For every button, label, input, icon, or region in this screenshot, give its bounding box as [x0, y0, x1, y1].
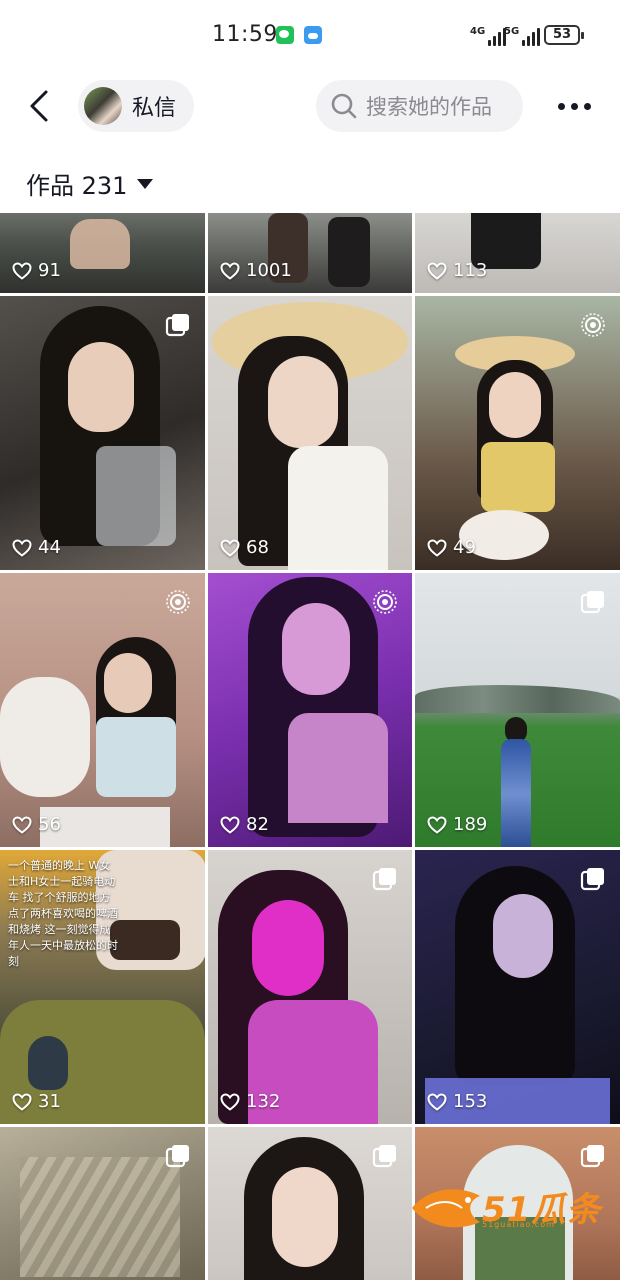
work-tile[interactable]: [208, 1127, 412, 1280]
like-count: 56: [12, 814, 61, 835]
work-tile[interactable]: 68: [208, 296, 412, 570]
work-tile[interactable]: [0, 1127, 205, 1280]
like-count: 113: [427, 260, 487, 281]
works-count-label: 作品 231: [26, 172, 128, 200]
signal-5g-icon: 5G: [504, 26, 541, 46]
works-filter-dropdown[interactable]: 作品 231: [26, 166, 154, 201]
direct-message-label: 私信: [132, 96, 177, 121]
network-type-5g: 5G: [504, 26, 520, 37]
like-count: 31: [12, 1091, 61, 1112]
search-placeholder: 搜索她的作品: [366, 95, 492, 119]
work-tile[interactable]: 44: [0, 296, 205, 570]
like-count-value: 68: [246, 537, 269, 558]
like-count: 1001: [220, 260, 292, 281]
work-tile[interactable]: 82: [208, 573, 412, 847]
status-bar: 11:59 4G 5G 53: [0, 0, 620, 72]
caret-down-icon: [137, 178, 154, 189]
work-tile[interactable]: 49: [415, 296, 620, 570]
video-caption: 一个普通的晚上 W女士和H女士一起骑电动车 找了个舒服的地方点了两杯喜欢喝的啤酒…: [8, 859, 118, 968]
like-count-value: 189: [453, 814, 488, 835]
avatar: [84, 87, 122, 125]
like-count: 44: [12, 537, 61, 558]
work-tile[interactable]: 132: [208, 850, 412, 1124]
work-tile[interactable]: 153: [415, 850, 620, 1124]
like-count: 82: [220, 814, 269, 835]
work-tile[interactable]: 189: [415, 573, 620, 847]
work-tile[interactable]: 56: [0, 573, 205, 847]
like-count-value: 49: [453, 537, 476, 558]
status-time: 11:59: [212, 22, 278, 47]
weather-icon: [304, 26, 322, 44]
gallery-icon: [165, 312, 191, 338]
chevron-left-icon[interactable]: [20, 86, 60, 126]
like-count-value: 44: [38, 537, 61, 558]
like-count: 153: [427, 1091, 487, 1112]
work-tile[interactable]: 1001: [208, 213, 412, 293]
gallery-icon: [580, 589, 606, 615]
search-icon: [330, 92, 358, 120]
direct-message-button[interactable]: 私信: [78, 80, 194, 132]
like-count-value: 91: [38, 260, 61, 281]
like-count-value: 113: [453, 260, 488, 281]
gallery-icon: [165, 1143, 191, 1169]
like-count-value: 31: [38, 1091, 61, 1112]
like-count-value: 82: [246, 814, 269, 835]
works-grid: 91 1001 113 44 68 49 56 82 189 一个普通的晚上 W…: [0, 213, 620, 1280]
work-tile[interactable]: 113: [415, 213, 620, 293]
live-icon: [372, 589, 398, 615]
work-tile[interactable]: 一个普通的晚上 W女士和H女士一起骑电动车 找了个舒服的地方点了两杯喜欢喝的啤酒…: [0, 850, 205, 1124]
like-count: 91: [12, 260, 61, 281]
like-count-value: 153: [453, 1091, 488, 1112]
watermark-logo: 51瓜条 51guatiao.com: [408, 1174, 608, 1234]
like-count-value: 56: [38, 814, 61, 835]
signal-4g-icon: 4G: [470, 26, 507, 46]
like-count: 49: [427, 537, 476, 558]
like-count: 68: [220, 537, 269, 558]
battery-indicator: 53: [544, 25, 584, 45]
more-dots-icon[interactable]: [556, 95, 592, 117]
gallery-icon: [372, 1143, 398, 1169]
work-tile[interactable]: 91: [0, 213, 205, 293]
live-icon: [165, 589, 191, 615]
wechat-icon: [276, 26, 294, 44]
like-count: 189: [427, 814, 487, 835]
gallery-icon: [372, 866, 398, 892]
like-count: 132: [220, 1091, 280, 1112]
search-input[interactable]: 搜索她的作品: [316, 80, 523, 132]
like-count-value: 1001: [246, 260, 292, 281]
live-icon: [580, 312, 606, 338]
like-count-value: 132: [246, 1091, 281, 1112]
network-type-4g: 4G: [470, 26, 486, 37]
watermark-subtext: 51guatiao.com: [482, 1220, 555, 1229]
gallery-icon: [580, 1143, 606, 1169]
gallery-icon: [580, 866, 606, 892]
